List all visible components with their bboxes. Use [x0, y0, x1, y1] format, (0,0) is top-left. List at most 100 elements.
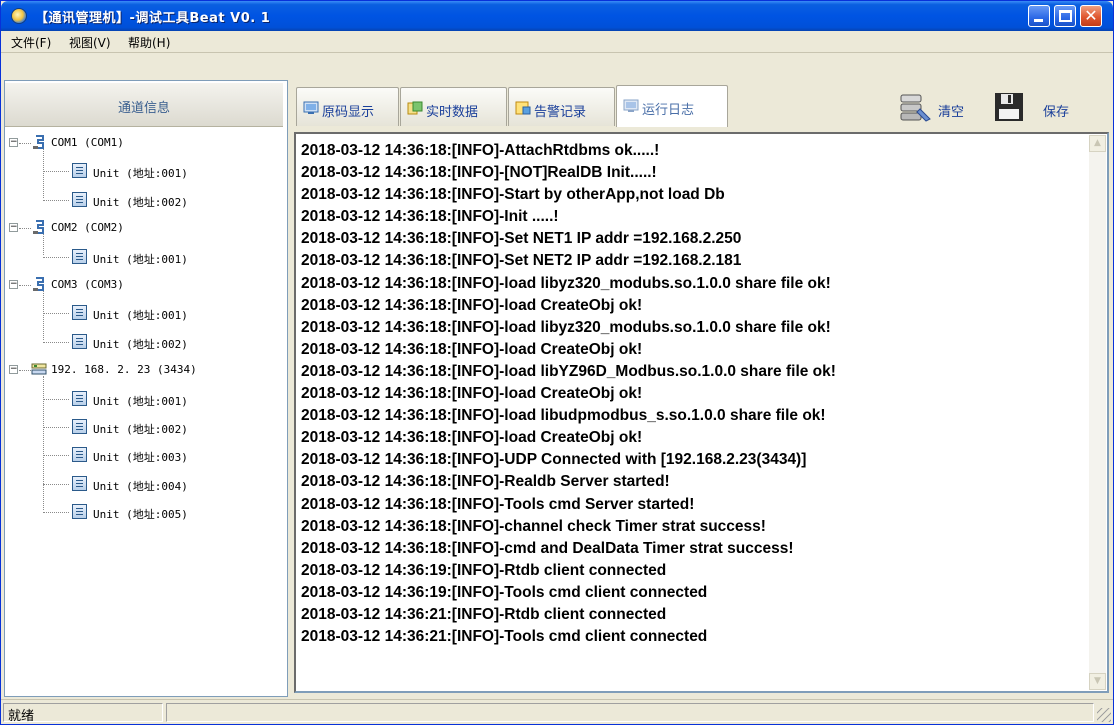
- vertical-scrollbar[interactable]: ▲ ▼: [1089, 135, 1106, 690]
- tree-node-unit[interactable]: Unit (地址:001): [93, 307, 188, 323]
- tree-node-unit[interactable]: Unit (地址:005): [93, 506, 188, 522]
- resize-grip[interactable]: [1097, 708, 1111, 722]
- clear-label: 清空: [938, 105, 965, 120]
- log-line: 2018-03-12 14:36:21:[INFO]-Rtdb client c…: [301, 605, 667, 623]
- tree-node-unit[interactable]: Unit (地址:002): [93, 194, 188, 210]
- alarm-icon: [515, 101, 531, 115]
- log-line: 2018-03-12 14:36:18:[INFO]-load CreateOb…: [301, 429, 643, 447]
- channel-tree[interactable]: − COM1 (COM1) Unit (地址:001) Unit (地址:002) − C…: [5, 131, 283, 691]
- tab-alarm-log[interactable]: 告警记录: [508, 87, 615, 126]
- unit-icon: [72, 163, 87, 179]
- tree-connector: [19, 228, 31, 230]
- tree-connector: [43, 512, 69, 514]
- title-bar[interactable]: 【通讯管理机】-调试工具Beat V0. 1 ✕: [1, 1, 1113, 31]
- save-label: 保存: [1043, 105, 1070, 120]
- unit-icon: [72, 419, 87, 434]
- menu-bar: 文件(F) 视图(V) 帮助(H): [1, 31, 1113, 53]
- serial-port-icon: [33, 135, 44, 149]
- network-icon: [31, 363, 47, 375]
- realtime-data-icon: [407, 101, 423, 115]
- tree-connector: [43, 149, 44, 198]
- unit-icon: [72, 248, 87, 264]
- collapse-toggle[interactable]: −: [9, 280, 18, 289]
- log-line: 2018-03-12 14:36:18:[INFO]-AttachRtdbms …: [301, 142, 660, 159]
- minimize-button[interactable]: [1028, 5, 1050, 27]
- tab-label: 运行日志: [642, 103, 695, 118]
- tree-connector: [43, 291, 44, 340]
- collapse-toggle[interactable]: −: [9, 223, 18, 233]
- log-line: 2018-03-12 14:36:18:[INFO]-Realdb Server…: [301, 473, 670, 491]
- tree-connector: [43, 398, 69, 400]
- log-line: 2018-03-12 14:36:18:[INFO]-Set NET2 IP a…: [301, 252, 742, 270]
- unit-icon: [72, 333, 87, 349]
- log-line: 2018-03-12 14:36:19:[INFO]-Rtdb client c…: [301, 561, 667, 579]
- tree-node-channel[interactable]: COM1 (COM1): [51, 136, 124, 149]
- log-lines: 2018-03-12 14:36:18:[INFO]-AttachRtdbms …: [301, 140, 1087, 685]
- log-line: 2018-03-12 14:36:18:[INFO]-Init .....!: [301, 208, 559, 226]
- tree-connector: [43, 483, 69, 485]
- tree-node-channel[interactable]: 192. 168. 2. 23 (3434): [51, 363, 197, 376]
- tab-realtime-data[interactable]: 实时数据: [400, 87, 507, 126]
- scroll-down-button[interactable]: ▼: [1089, 673, 1106, 690]
- toolbar: 原码显示 实时数据 告警记录 运行日志 清空 保存: [293, 80, 1109, 132]
- status-cell-extra: [166, 703, 1094, 722]
- clear-button[interactable]: 清空: [898, 89, 983, 127]
- unit-icon: [72, 504, 87, 520]
- tree-node-unit[interactable]: Unit (地址:001): [93, 165, 188, 181]
- tree-node-unit[interactable]: Unit (地址:001): [93, 251, 188, 267]
- tree-connector: [19, 143, 31, 144]
- clear-icon: [900, 94, 931, 122]
- log-line: 2018-03-12 14:36:21:[INFO]-Tools cmd cli…: [301, 628, 708, 646]
- log-line: 2018-03-12 14:36:18:[INFO]-[NOT]RealDB I…: [301, 164, 657, 182]
- tree-node-unit[interactable]: Unit (地址:003): [93, 449, 188, 465]
- save-icon: [995, 93, 1023, 121]
- tree-connector: [43, 455, 69, 457]
- log-line: 2018-03-12 14:36:18:[INFO]-cmd and DealD…: [301, 539, 794, 557]
- unit-icon: [72, 191, 87, 207]
- log-line: 2018-03-12 14:36:18:[INFO]-load libYZ96D…: [301, 362, 836, 380]
- tree-node-unit[interactable]: Unit (地址:004): [93, 478, 188, 494]
- log-line: 2018-03-12 14:36:18:[INFO]-load libyz320…: [301, 274, 831, 292]
- tab-run-log[interactable]: 运行日志: [616, 85, 728, 127]
- scroll-up-button[interactable]: ▲: [1089, 135, 1106, 152]
- app-window: 【通讯管理机】-调试工具Beat V0. 1 ✕ 文件(F) 视图(V) 帮助(…: [0, 0, 1114, 725]
- serial-port-icon: [33, 277, 44, 291]
- unit-icon: [72, 305, 87, 321]
- unit-icon: [72, 475, 87, 491]
- tree-connector: [43, 341, 69, 343]
- log-line: 2018-03-12 14:36:18:[INFO]-channel check…: [301, 517, 766, 535]
- tree-connector: [43, 234, 44, 255]
- status-bar: 就绪: [1, 699, 1113, 724]
- channel-panel-title: 通道信息: [117, 101, 170, 116]
- menu-view[interactable]: 视图(V): [69, 34, 111, 51]
- app-icon[interactable]: [11, 8, 27, 24]
- tree-connector: [43, 376, 44, 511]
- save-button[interactable]: 保存: [993, 89, 1085, 127]
- tree-connector: [43, 256, 69, 258]
- collapse-toggle[interactable]: −: [9, 138, 18, 147]
- log-line: 2018-03-12 14:36:19:[INFO]-Tools cmd cli…: [301, 583, 708, 601]
- minimize-icon: [1034, 19, 1043, 22]
- maximize-icon: [1059, 10, 1072, 22]
- tree-connector: [43, 199, 69, 201]
- maximize-button[interactable]: [1054, 5, 1076, 27]
- collapse-toggle[interactable]: −: [9, 365, 18, 375]
- menu-help[interactable]: 帮助(H): [128, 34, 170, 51]
- log-textarea[interactable]: 2018-03-12 14:36:18:[INFO]-AttachRtdbms …: [294, 132, 1109, 693]
- tree-connector: [19, 370, 31, 372]
- status-text: 就绪: [8, 709, 35, 724]
- tab-label: 原码显示: [322, 105, 375, 120]
- log-icon: [623, 99, 639, 112]
- tree-node-channel[interactable]: COM2 (COM2): [51, 221, 124, 234]
- menu-file[interactable]: 文件(F): [11, 34, 51, 51]
- tree-node-channel[interactable]: COM3 (COM3): [51, 278, 124, 291]
- unit-icon: [72, 390, 87, 406]
- tree-node-unit[interactable]: Unit (地址:002): [93, 336, 188, 352]
- tree-node-unit[interactable]: Unit (地址:002): [93, 421, 188, 437]
- tab-raw-display[interactable]: 原码显示: [296, 87, 399, 126]
- window-title: 【通讯管理机】-调试工具Beat V0. 1: [35, 11, 271, 26]
- log-line: 2018-03-12 14:36:18:[INFO]-Start by othe…: [301, 186, 725, 204]
- tree-node-unit[interactable]: Unit (地址:001): [93, 393, 188, 409]
- close-button[interactable]: ✕: [1080, 5, 1102, 27]
- serial-port-icon: [33, 220, 44, 235]
